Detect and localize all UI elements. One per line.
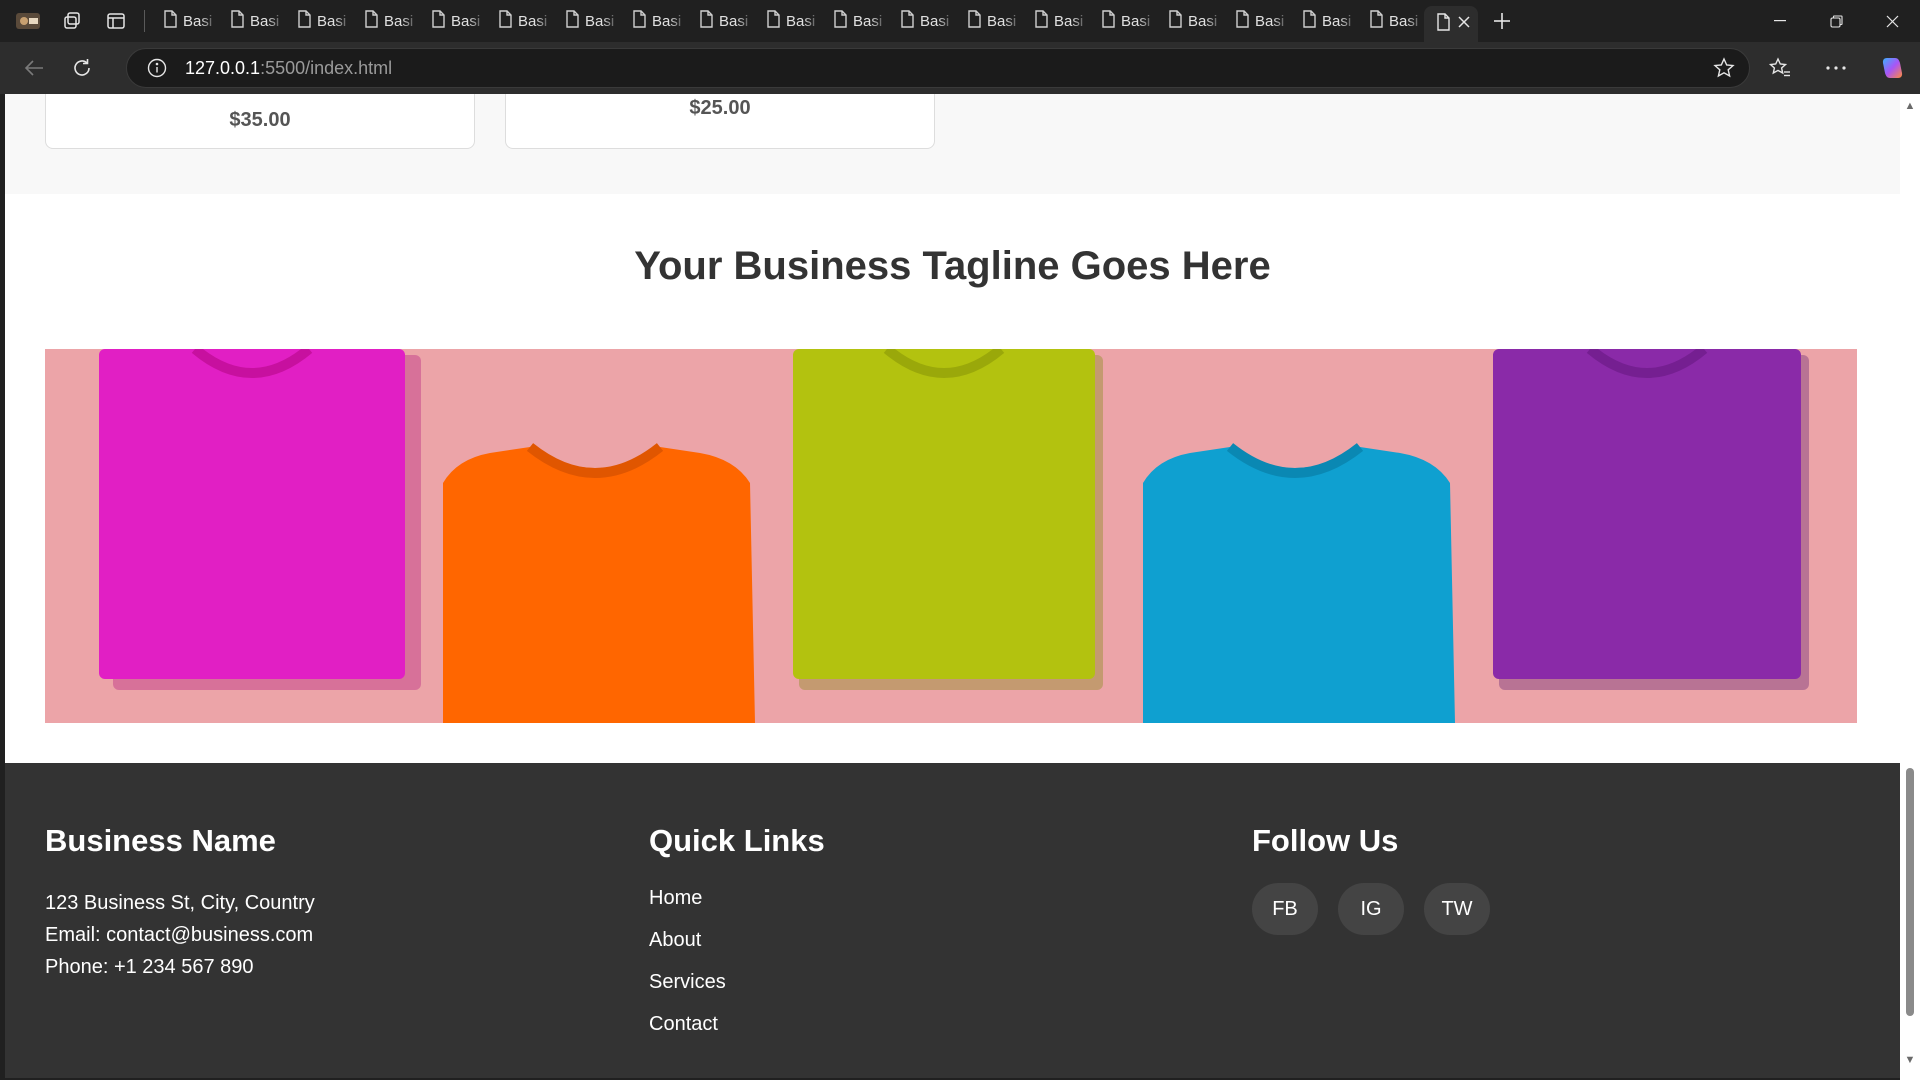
page-icon [1436,12,1450,36]
favorites-icon[interactable] [1752,48,1808,88]
instagram-button[interactable]: IG [1338,883,1404,935]
footer-links-heading: Quick Links [649,823,825,858]
reload-button[interactable] [60,48,104,88]
footer-social-heading: Follow Us [1252,823,1399,858]
tab-item[interactable]: Basi [285,0,352,42]
page-icon [766,10,780,32]
tab-item[interactable]: Basi [1290,0,1357,42]
page-icon [230,10,244,32]
url-host: 127.0.0.1 [185,57,261,78]
products-section: $35.00 $25.00 [5,94,1900,194]
tab-item[interactable]: Basi [888,0,955,42]
tab-item[interactable]: Basi [1223,0,1290,42]
tab-item[interactable]: Basi [151,0,218,42]
page-icon [163,10,177,32]
back-button[interactable] [12,48,56,88]
footer-link-about[interactable]: About [649,919,825,961]
copilot-icon[interactable] [1864,48,1920,88]
page-icon [297,10,311,32]
footer-business-column: Business Name 123 Business St, City, Cou… [45,823,315,983]
toolbar-actions [1752,42,1920,94]
scrollbar-thumb[interactable] [1906,768,1914,1016]
footer-social-column: Follow Us FB IG TW [1252,823,1490,935]
tab-item[interactable]: Basi [419,0,486,42]
new-tab-button[interactable] [1478,0,1526,42]
page-icon [1034,10,1048,32]
page-scrollbar[interactable]: ▲ ▼ [1900,94,1920,1080]
page-icon [1235,10,1249,32]
scroll-down-arrow-icon[interactable]: ▼ [1904,1054,1916,1066]
tab-item[interactable]: Basi [620,0,687,42]
product-card[interactable]: $35.00 [45,94,475,149]
close-window-button[interactable] [1864,0,1920,42]
page-icon [565,10,579,32]
more-options-icon[interactable] [1808,48,1864,88]
footer-email: Email: contact@business.com [45,924,314,946]
site-footer: Business Name 123 Business St, City, Cou… [5,763,1900,1078]
tab-item[interactable]: Basi [1022,0,1089,42]
footer-address: 123 Business St, City, Country [45,892,315,914]
tab-strip: Basi Basi Basi Basi Basi Basi Basi Basi … [0,0,1920,42]
tab-item[interactable]: Basi [687,0,754,42]
tab-separator [144,10,145,32]
facebook-button[interactable]: FB [1252,883,1318,935]
page-icon [364,10,378,32]
browser-window: Basi Basi Basi Basi Basi Basi Basi Basi … [0,0,1920,1080]
page-icon [699,10,713,32]
tab-item[interactable]: Basi [1156,0,1223,42]
page-icon [833,10,847,32]
tab-item[interactable]: Basi [1357,0,1424,42]
tab-item[interactable]: Basi [1089,0,1156,42]
footer-phone: Phone: +1 234 567 890 [45,956,254,978]
page-viewport: $35.00 $25.00 Your Business Tagline Goes… [5,94,1900,1078]
tab-item[interactable]: Basi [754,0,821,42]
page-icon [1369,10,1383,32]
twitter-button[interactable]: TW [1424,883,1490,935]
tab-item[interactable]: Basi [486,0,553,42]
workspaces-icon[interactable] [50,0,94,42]
page-icon [1168,10,1182,32]
minimize-button[interactable] [1752,0,1808,42]
product-price: $25.00 [689,97,751,119]
page-icon [498,10,512,32]
page-icon [1302,10,1316,32]
footer-links-column: Quick Links Home About Services Contact [649,823,825,1045]
page-icon [1101,10,1115,32]
tab-item[interactable]: Basi [218,0,285,42]
footer-link-services[interactable]: Services [649,961,825,1003]
tab-item[interactable]: Basi [553,0,620,42]
product-card[interactable]: $25.00 [505,94,935,149]
social-buttons: FB IG TW [1252,883,1490,935]
page-icon [967,10,981,32]
address-bar[interactable]: 127.0.0.1:5500/index.html [126,48,1750,88]
page-tagline: Your Business Tagline Goes Here [634,244,1271,288]
url-path: :5500/index.html [260,57,393,78]
profile-avatar[interactable] [6,0,50,42]
vertical-tabs-icon[interactable] [94,0,138,42]
tab-item[interactable]: Basi [352,0,419,42]
site-info-icon[interactable] [137,58,177,78]
banner-image [45,349,1857,723]
page-icon [431,10,445,32]
footer-links-list: Home About Services Contact [649,877,825,1045]
restore-button[interactable] [1808,0,1864,42]
footer-business-heading: Business Name [45,823,276,858]
favorite-star-icon[interactable] [1713,57,1735,84]
close-tab-icon[interactable] [1458,15,1470,33]
footer-link-home[interactable]: Home [649,877,825,919]
url-text[interactable]: 127.0.0.1:5500/index.html [185,58,392,79]
active-tab[interactable] [1424,6,1478,42]
scroll-up-arrow-icon[interactable]: ▲ [1904,100,1916,112]
window-controls [1752,0,1920,42]
footer-link-contact[interactable]: Contact [649,1003,825,1045]
tab-item[interactable]: Basi [955,0,1022,42]
page-icon [900,10,914,32]
tab-item[interactable]: Basi [821,0,888,42]
product-price: $35.00 [229,109,291,131]
browser-toolbar: 127.0.0.1:5500/index.html [0,42,1920,94]
tshirts-illustration [45,349,1857,723]
page-icon [632,10,646,32]
